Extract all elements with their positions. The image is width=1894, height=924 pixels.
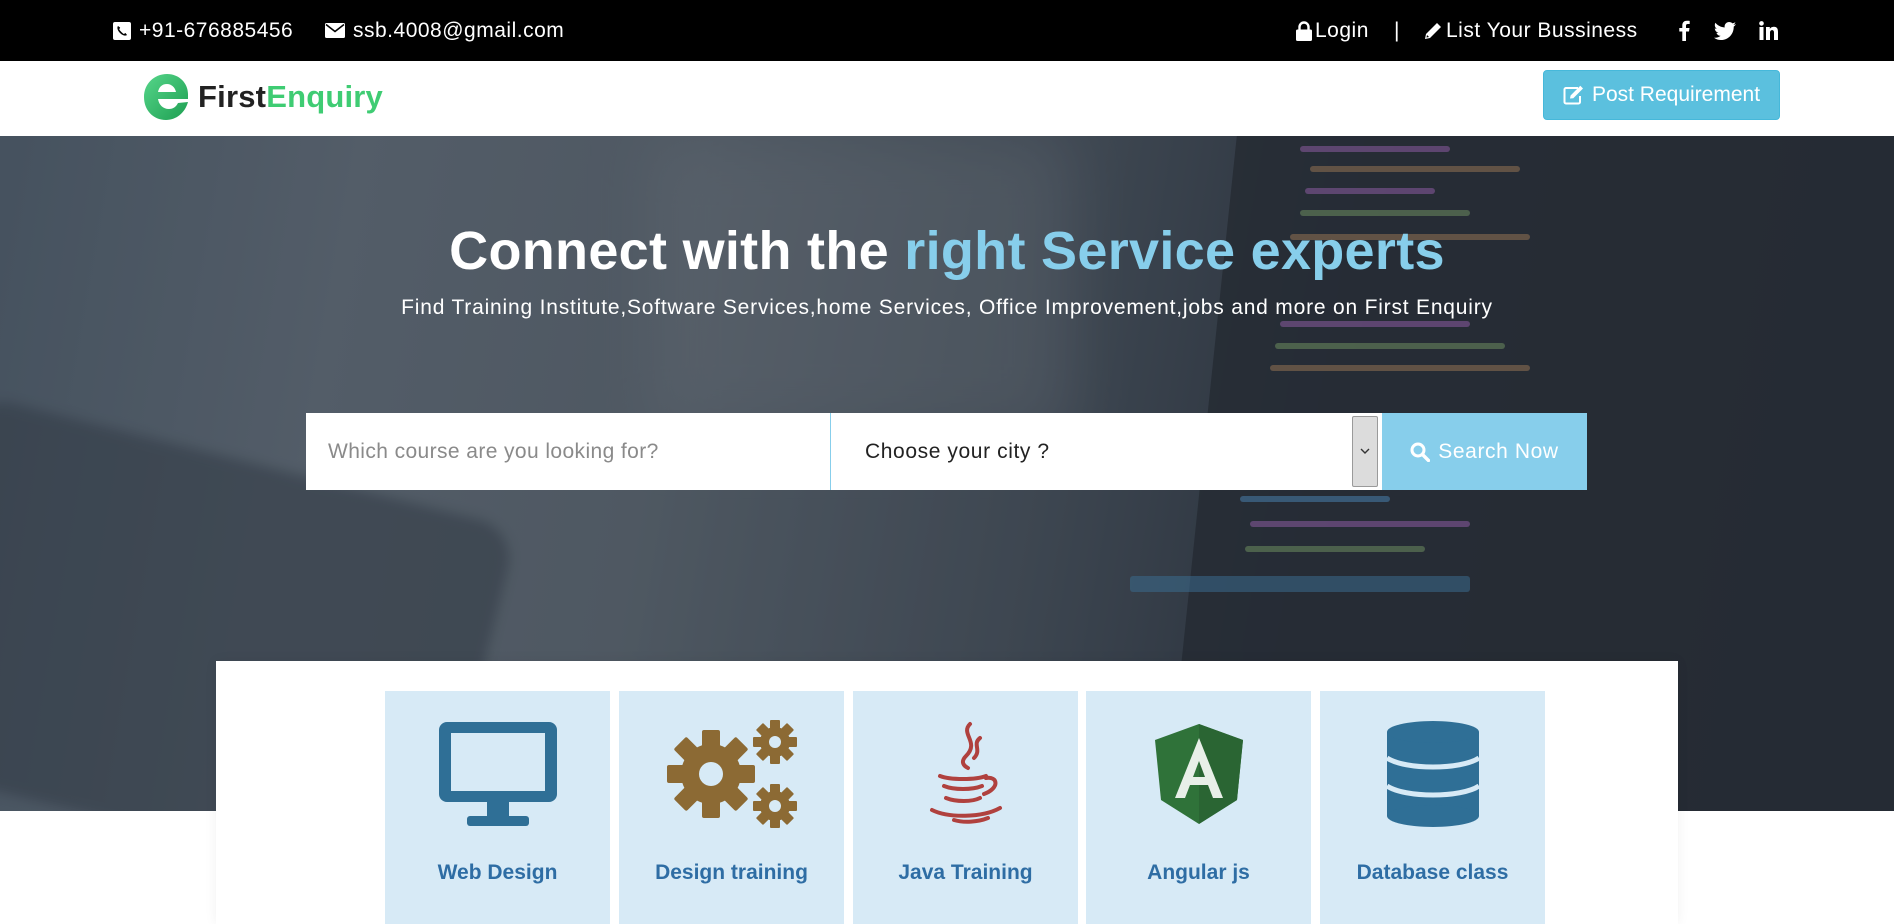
phone-contact[interactable]: +91-676885456	[113, 0, 293, 61]
hero-title: Connect with the right Service experts	[449, 221, 1445, 281]
search-now-button[interactable]: Search Now	[1382, 413, 1587, 490]
phone-number: +91-676885456	[139, 18, 294, 42]
logo-e-icon	[144, 74, 188, 120]
category-card-database-class[interactable]: Database class	[1320, 691, 1545, 924]
category-label: Database class	[1356, 861, 1509, 884]
category-card-web-design[interactable]: Web Design	[385, 691, 610, 924]
category-panel: Web Design Design training Java Training…	[216, 661, 1678, 924]
category-label: Web Design	[437, 861, 558, 884]
login-link[interactable]: Login	[1296, 0, 1369, 61]
category-card-angular-js[interactable]: Angular js	[1086, 691, 1311, 924]
gears-icon	[619, 719, 844, 829]
search-now-label: Search Now	[1438, 439, 1559, 463]
site-header: FirstEnquiry Post Requirement	[0, 61, 1894, 136]
category-label: Java Training	[898, 861, 1033, 884]
top-contact-bar: +91-676885456 ssb.4008@gmail.com Login |…	[0, 0, 1894, 61]
angular-icon	[1086, 719, 1311, 829]
category-label: Design training	[655, 861, 808, 884]
email-contact[interactable]: ssb.4008@gmail.com	[325, 0, 564, 61]
facebook-icon[interactable]	[1678, 0, 1690, 61]
logo-wordmark: FirstEnquiry	[198, 79, 383, 114]
database-icon	[1320, 719, 1545, 829]
list-business-link[interactable]: List Your Bussiness	[1423, 0, 1638, 61]
twitter-icon[interactable]	[1714, 0, 1736, 61]
lock-icon	[1296, 20, 1312, 41]
category-label: Angular js	[1147, 861, 1250, 884]
edit-icon	[1563, 85, 1585, 105]
hero-subtitle: Find Training Institute,Software Service…	[401, 296, 1493, 319]
email-address: ssb.4008@gmail.com	[353, 18, 565, 42]
java-icon	[853, 719, 1078, 829]
pencil-icon	[1423, 21, 1443, 41]
search-icon	[1410, 442, 1431, 462]
monitor-icon	[385, 719, 610, 829]
category-card-design-training[interactable]: Design training	[619, 691, 844, 924]
envelope-icon	[325, 23, 345, 38]
city-select-value: Choose your city ?	[865, 439, 1050, 463]
site-logo[interactable]: FirstEnquiry	[142, 69, 383, 125]
linkedin-icon[interactable]	[1759, 0, 1778, 61]
course-search-input[interactable]	[306, 413, 830, 490]
post-requirement-label: Post Requirement	[1591, 83, 1761, 106]
category-card-java-training[interactable]: Java Training	[853, 691, 1078, 924]
login-label: Login	[1315, 18, 1369, 42]
city-select[interactable]: Choose your city ?	[830, 413, 1382, 490]
topbar-separator: |	[1394, 18, 1400, 42]
list-business-label: List Your Bussiness	[1446, 18, 1638, 42]
chevron-down-icon[interactable]	[1352, 416, 1378, 487]
phone-icon	[113, 21, 131, 40]
post-requirement-button[interactable]: Post Requirement	[1543, 70, 1780, 120]
